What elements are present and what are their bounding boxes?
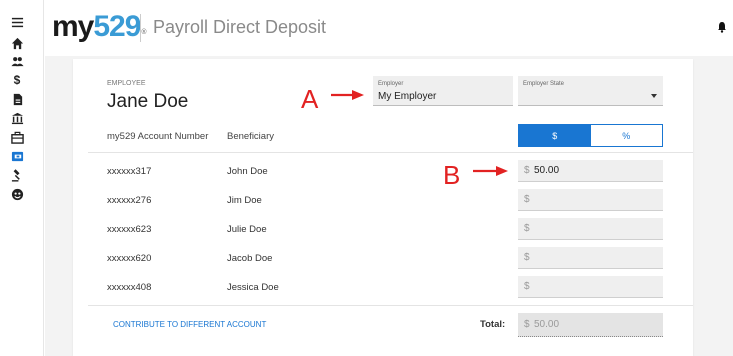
percent-mode-button[interactable]: % xyxy=(590,125,662,146)
beneficiary-name: John Doe xyxy=(227,166,268,177)
currency-symbol: $ xyxy=(524,281,530,292)
gavel-icon[interactable] xyxy=(10,168,24,182)
header xyxy=(44,0,733,56)
currency-symbol: $ xyxy=(524,252,530,263)
account-number: xxxxxx276 xyxy=(107,195,152,206)
employer-state-label: Employer State xyxy=(523,81,565,87)
people-icon[interactable] xyxy=(10,54,24,68)
account-number: xxxxxx317 xyxy=(107,166,152,177)
logo-my: my xyxy=(52,10,94,43)
dollar-mode-button[interactable]: $ xyxy=(519,125,591,146)
currency-symbol: $ xyxy=(524,194,530,205)
bank-icon[interactable] xyxy=(10,111,24,125)
header-divider-line xyxy=(88,152,693,153)
employer-field-value: My Employer xyxy=(378,91,437,102)
account-number: xxxxxx408 xyxy=(107,282,152,293)
annotation-letter-b: B xyxy=(443,160,461,190)
amount-input[interactable]: $ xyxy=(518,247,663,269)
employer-field[interactable]: Employer My Employer xyxy=(373,76,513,106)
page-title: Payroll Direct Deposit xyxy=(153,17,327,37)
beneficiary-name: Julie Doe xyxy=(227,224,267,235)
menu-icon[interactable] xyxy=(10,15,24,29)
currency-symbol: $ xyxy=(524,223,530,234)
home-icon[interactable] xyxy=(10,36,24,50)
employee-label: EMPLOYEE xyxy=(107,80,146,87)
account-number: xxxxxx620 xyxy=(107,253,152,264)
dollar-icon[interactable]: $ xyxy=(10,73,24,87)
currency-symbol: $ xyxy=(524,165,530,176)
amount-input[interactable]: $ xyxy=(518,276,663,298)
employee-name: Jane Doe xyxy=(107,91,189,112)
amount-input[interactable]: $ xyxy=(518,189,663,211)
annotation-arrow-a xyxy=(331,90,364,100)
contribute-different-account-link[interactable]: CONTRIBUTE TO DIFFERENT ACCOUNT xyxy=(113,320,266,329)
annotation-arrow-b xyxy=(473,166,508,176)
chevron-down-icon xyxy=(651,94,657,98)
logo-registered-mark: ® xyxy=(141,29,146,36)
employer-field-label: Employer xyxy=(378,81,404,87)
beneficiary-header: Beneficiary xyxy=(227,131,274,142)
beneficiary-name: Jessica Doe xyxy=(227,282,279,293)
account-number: xxxxxx623 xyxy=(107,224,152,235)
amount-input[interactable]: $ xyxy=(518,218,663,240)
logo-529: 529 xyxy=(93,10,141,43)
total-amount-field: $ 50.00 xyxy=(518,313,663,337)
my529-logo[interactable]: my529® xyxy=(52,9,147,45)
support-icon[interactable] xyxy=(10,187,24,201)
amount-value: 50.00 xyxy=(534,165,560,176)
annotation-letter-a: A xyxy=(301,84,319,114)
beneficiary-name: Jacob Doe xyxy=(227,253,273,264)
amount-input[interactable]: $ 50.00 xyxy=(518,160,663,182)
currency-symbol: $ xyxy=(524,319,530,330)
footer-divider-line xyxy=(88,305,693,306)
briefcase-icon[interactable] xyxy=(10,130,24,144)
beneficiary-name: Jim Doe xyxy=(227,195,262,206)
sidebar: $ xyxy=(0,0,44,356)
bell-icon[interactable] xyxy=(717,20,727,33)
total-label: Total: xyxy=(480,319,506,330)
employer-state-select[interactable]: Employer State xyxy=(518,76,663,106)
total-amount-value: 50.00 xyxy=(534,319,560,330)
header-divider xyxy=(140,14,141,42)
payroll-icon[interactable] xyxy=(10,149,24,163)
document-icon[interactable] xyxy=(10,92,24,106)
account-number-header: my529 Account Number xyxy=(107,131,209,142)
amount-mode-toggle: $ % xyxy=(518,124,663,147)
